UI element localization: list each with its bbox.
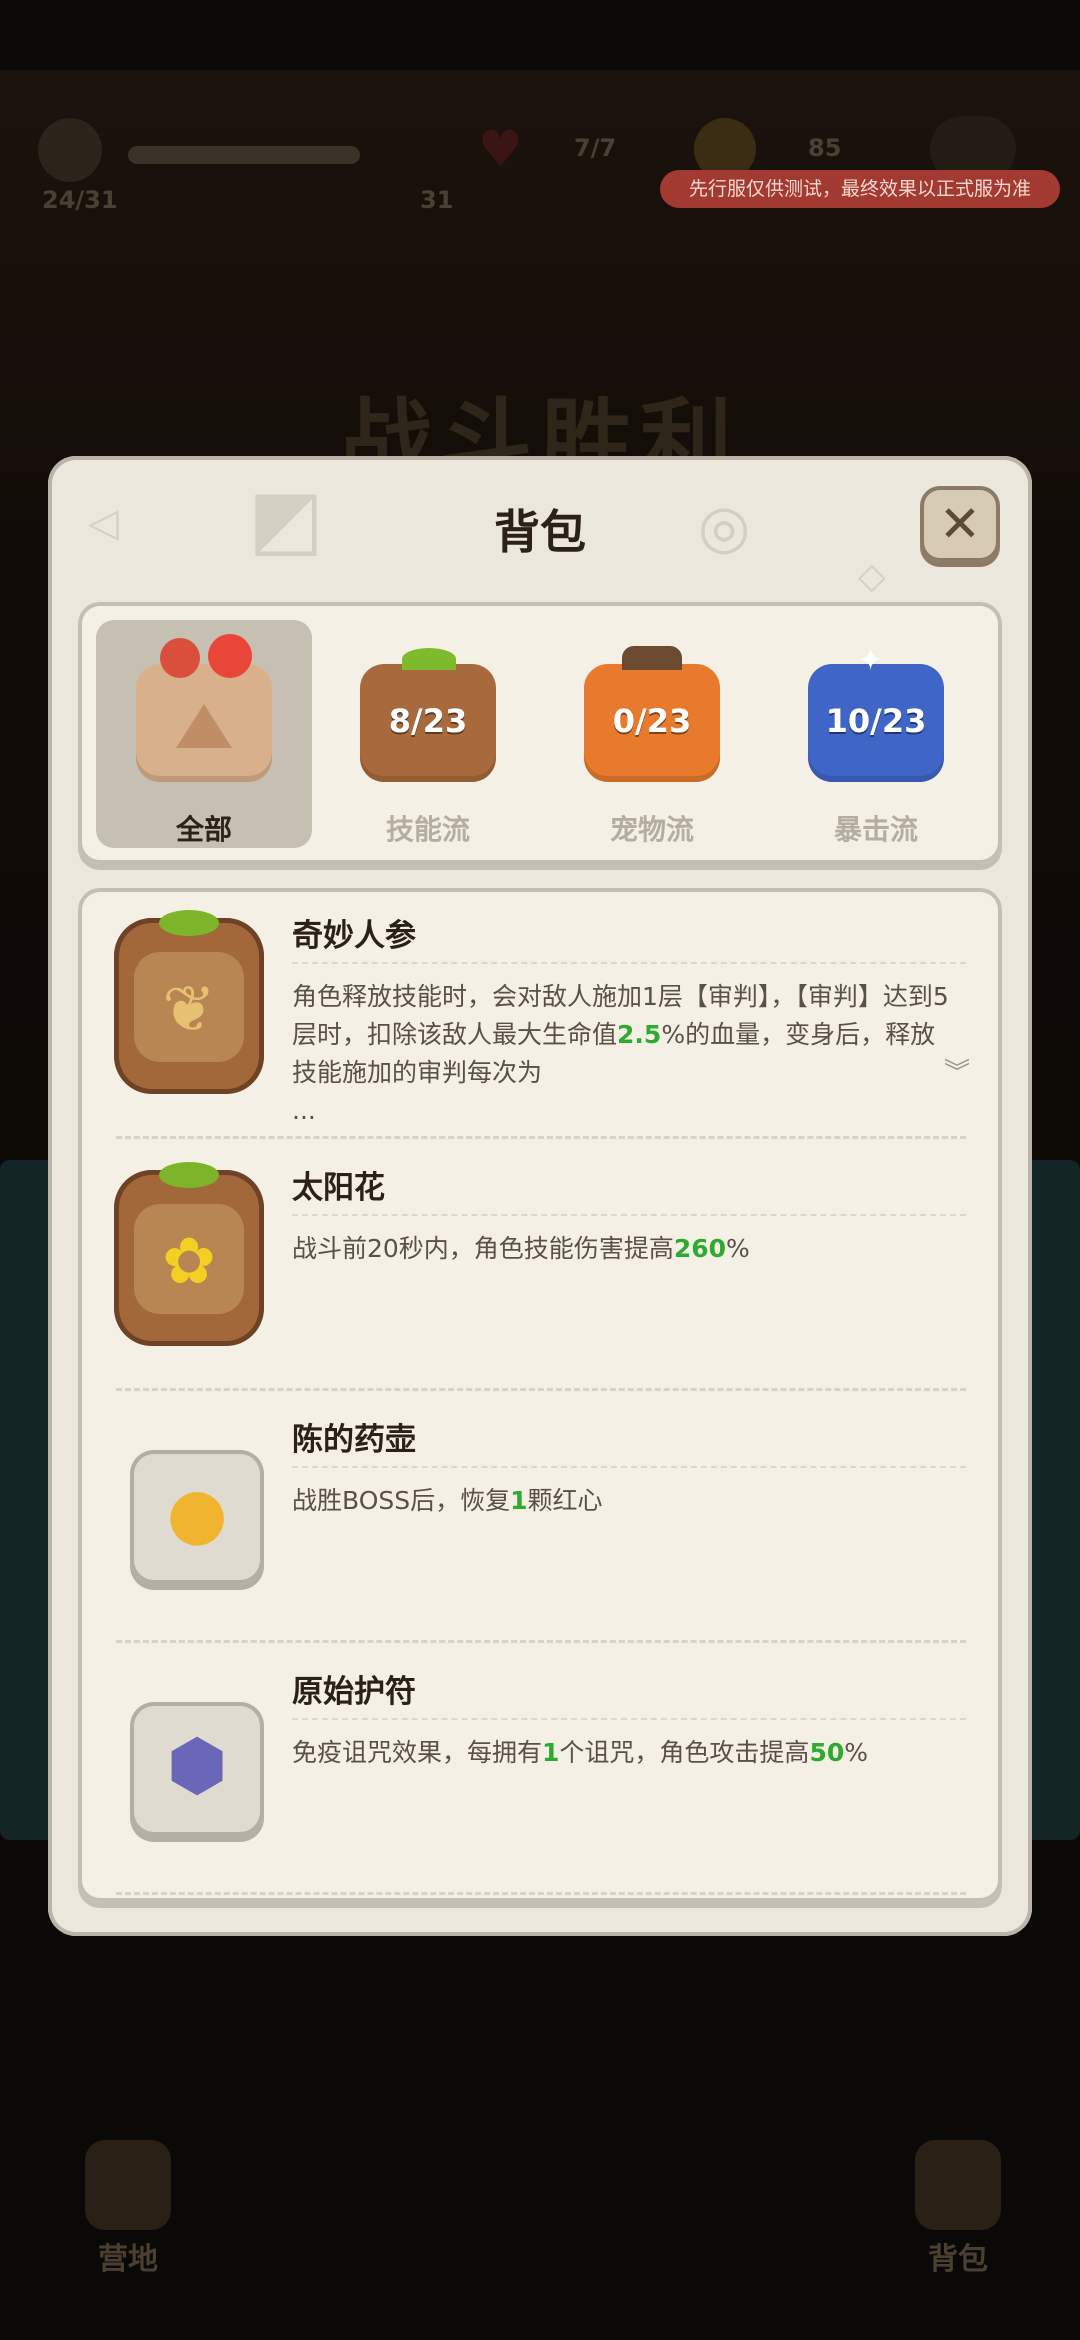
skill-count: 8/23 (388, 702, 468, 740)
item-list[interactable]: ❦ 奇妙人参 角色释放技能时，会对敌人施加1层【审判】，【审判】达到5层时，扣除… (78, 888, 1002, 1902)
hp-value: 31 (420, 186, 454, 214)
divider (292, 1718, 966, 1720)
sprout-icon (402, 648, 456, 670)
pet-category-icon: 0/23 (584, 664, 720, 782)
divider (292, 1214, 966, 1216)
star-icon: ✦ (858, 643, 884, 678)
item-separator (116, 1136, 966, 1139)
panel-title: 背包 (494, 505, 586, 559)
list-item[interactable]: ● 陈的药壶 战胜BOSS后，恢复1颗红心 (78, 1392, 1002, 1644)
item-name: 原始护符 (292, 1674, 416, 1710)
item-description: 战斗前20秒内，角色技能伤害提高260% (292, 1234, 750, 1263)
tab-all[interactable]: 全部 (96, 620, 312, 848)
skill-category-icon: 8/23 (360, 664, 496, 782)
item-name: 太阳花 (292, 1170, 385, 1206)
all-category-icon (136, 634, 272, 782)
nav-backpack-label: 背包 (928, 2242, 988, 2277)
nav-camp[interactable]: 营地 (58, 2140, 198, 2277)
pet-hat-icon (622, 646, 682, 670)
camp-icon (85, 2140, 171, 2230)
item-description: 免疫诅咒效果，每拥有1个诅咒，角色攻击提高50% (292, 1738, 868, 1767)
tab-skill[interactable]: 8/23 技能流 (320, 620, 536, 848)
player-avatar (38, 118, 102, 182)
stage-progress: 24/31 (42, 186, 118, 214)
divider (292, 1466, 966, 1468)
test-server-banner: 先行服仅供测试，最终效果以正式服为准 (660, 170, 1060, 208)
gourd-icon: ● (130, 1450, 264, 1584)
tab-crit[interactable]: 10/23 ✦ 暴击流 (768, 620, 984, 848)
list-item[interactable]: ⬢ 原始护符 免疫诅咒效果，每拥有1个诅咒，角色攻击提高50% (78, 1644, 1002, 1896)
backpack-panel: ◁ ◩ ◎ ◇ 背包 ✕ 全部 8/23 技能流 0/23 宠物流 10/23 … (48, 456, 1032, 1936)
strawberry-icon (208, 634, 252, 678)
ginseng-icon: ❦ (114, 910, 264, 1094)
pet-count: 0/23 (612, 702, 692, 740)
item-description: 战胜BOSS后，恢复1颗红心 (292, 1486, 603, 1515)
sunflower-icon: ✿ (114, 1162, 264, 1346)
backpack-icon (915, 2140, 1001, 2230)
red-creature-icon (160, 638, 200, 678)
nav-backpack[interactable]: 背包 (888, 2140, 1028, 2277)
category-filter-bar: 全部 8/23 技能流 0/23 宠物流 10/23 ✦ 暴击流 (78, 602, 1002, 864)
amulet-icon: ⬢ (130, 1702, 264, 1836)
tab-all-label: 全部 (175, 813, 232, 846)
nav-camp-label: 营地 (98, 2242, 158, 2277)
chevron-down-icon[interactable]: ︾ (944, 1060, 970, 1086)
item-name: 奇妙人参 (292, 918, 416, 954)
crit-count: 10/23 (825, 702, 927, 740)
coin-count: 85 (808, 134, 842, 162)
list-item[interactable]: ❦ 奇妙人参 角色释放技能时，会对敌人施加1层【审判】，【审判】达到5层时，扣除… (78, 888, 1002, 1140)
list-item[interactable]: ✿ 太阳花 战斗前20秒内，角色技能伤害提高260% (78, 1140, 1002, 1392)
item-name: 陈的药壶 (292, 1422, 416, 1458)
triangle-mark-icon (176, 704, 232, 748)
crit-category-icon: 10/23 (808, 664, 944, 782)
tab-crit-label: 暴击流 (833, 813, 918, 846)
divider (292, 962, 966, 964)
item-separator (116, 1640, 966, 1643)
close-icon: ✕ (939, 495, 981, 553)
tab-pet[interactable]: 0/23 宠物流 (544, 620, 760, 848)
heart-icon: ♥ (478, 120, 523, 178)
hp-bar (128, 146, 360, 164)
item-description: 角色释放技能时，会对敌人施加1层【审判】，【审判】达到5层时，扣除该敌人最大生命… (292, 982, 949, 1125)
item-separator (116, 1388, 966, 1391)
lives-count: 7/7 (574, 134, 617, 162)
tab-pet-label: 宠物流 (609, 813, 694, 846)
tab-skill-label: 技能流 (385, 813, 470, 846)
item-separator (116, 1892, 966, 1895)
deco-shape: ◇ (858, 556, 886, 597)
close-button[interactable]: ✕ (920, 486, 1000, 562)
